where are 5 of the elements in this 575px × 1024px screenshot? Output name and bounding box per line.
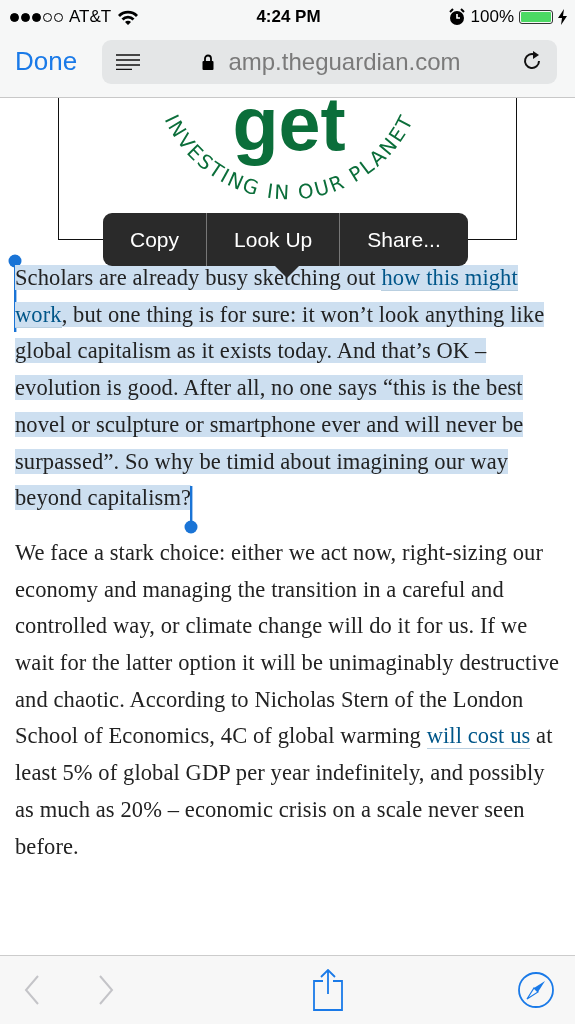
carrier-name: AT&T [69, 7, 112, 27]
status-time: 4:24 PM [256, 7, 321, 27]
url-text: amp.theguardian.com [228, 48, 461, 76]
article-paragraph: We face a stark choice: either we act now, right-sizing our economy and managing the transition in a careful and controlled way, or climate change will do it for us. If we wait for the latter option it will be unimaginably destructive and chaotic. According to Nicholas Stern of the London School of Economics, 4C of global warming will cost us at least 5% of global GDP per year indefinitely, and possibly as much as 20% – economic crisis on a scale never seen before. [15, 538, 561, 861]
battery-percent: 100% [470, 7, 514, 27]
